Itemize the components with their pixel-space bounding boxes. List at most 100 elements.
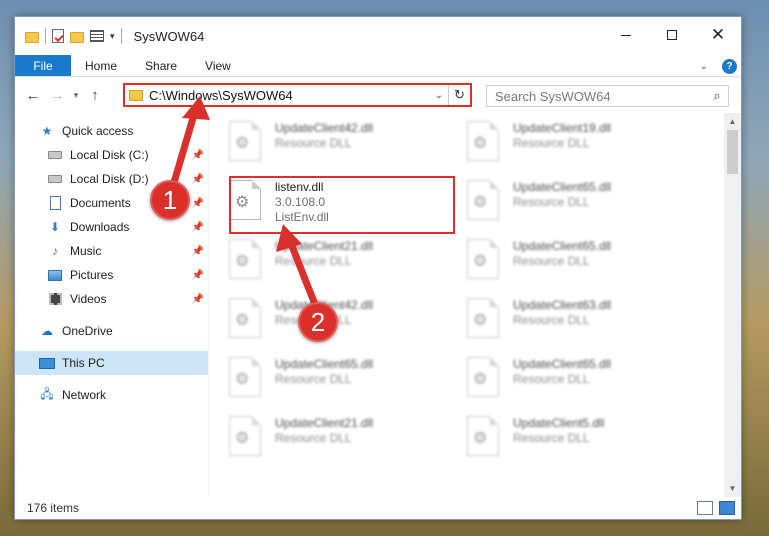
file-item[interactable]: ⚙ UpdateClient42.dllResource DLL: [229, 294, 467, 353]
dll-file-icon: ⚙: [467, 298, 499, 338]
file-item[interactable]: ⚙ UpdateClient21.dll Resource DLL: [229, 235, 467, 294]
address-dropdown-icon[interactable]: ⌄: [430, 90, 448, 101]
sidebar-item-onedrive[interactable]: ☁ OneDrive: [15, 319, 208, 343]
dll-file-icon: ⚙: [467, 239, 499, 279]
title-bar: ▾ SysWOW64 ✕: [15, 17, 741, 55]
file-name: UpdateClient21.dll: [275, 416, 374, 430]
file-item[interactable]: ⚙ UpdateClient19.dll Resource DLL: [467, 117, 705, 176]
file-name: UpdateClient19.dll: [513, 121, 612, 135]
main-area: ★ Quick access Local Disk (C:) 📌 Local D…: [15, 113, 741, 497]
recent-locations-icon[interactable]: ▾: [69, 90, 83, 101]
minimize-button[interactable]: [603, 17, 649, 53]
file-item[interactable]: ⚙ UpdateClient42.dllResource DLL: [229, 117, 467, 176]
sidebar-item-quick-access[interactable]: ★ Quick access: [15, 119, 208, 143]
dll-file-icon: ⚙: [229, 298, 261, 338]
forward-button[interactable]: →: [45, 87, 69, 104]
computer-icon: [39, 356, 55, 370]
sidebar-item-music[interactable]: ♪ Music 📌: [15, 239, 208, 263]
sidebar-item-label: Quick access: [62, 124, 134, 138]
up-button[interactable]: ↑: [83, 87, 107, 104]
close-button[interactable]: ✕: [695, 17, 741, 53]
file-name: UpdateClient63.dll: [513, 298, 612, 312]
window-title: SysWOW64: [133, 28, 205, 44]
scroll-thumb[interactable]: [727, 130, 738, 174]
sidebar-item-local-disk-c[interactable]: Local Disk (C:) 📌: [15, 143, 208, 167]
file-description: Resource DLL: [513, 313, 590, 327]
status-bar: 176 items: [15, 497, 741, 519]
maximize-button[interactable]: [649, 17, 695, 53]
file-item[interactable]: ⚙ UpdateClient65.dll Resource DLL: [467, 176, 705, 235]
sidebar-item-network[interactable]: 🖧 Network: [15, 383, 208, 407]
customize-toolbar-dropdown-icon[interactable]: ▾: [110, 31, 115, 42]
refresh-icon[interactable]: ↻: [448, 85, 470, 105]
file-item[interactable]: ⚙ UpdateClient65.dll Resource DLL: [229, 353, 467, 412]
file-description: Resource DLL: [513, 195, 590, 209]
vertical-scrollbar[interactable]: ▲ ▼: [724, 113, 741, 497]
pin-icon: 📌: [191, 197, 204, 209]
file-item[interactable]: ⚙ UpdateClient21.dll Resource DLL: [229, 412, 467, 471]
file-description: Resource DLL: [513, 136, 590, 150]
file-item[interactable]: ⚙ UpdateClient63.dll Resource DLL: [467, 294, 705, 353]
documents-icon: [47, 196, 63, 210]
file-description: Resource DLL: [275, 372, 352, 386]
separator: [45, 28, 46, 44]
address-row: ← → ▾ ↑ C:\Windows\SysWOW64 ⌄ ↻ Search S…: [15, 77, 741, 113]
callout-badge-2: 2: [298, 302, 338, 342]
tab-file[interactable]: File: [15, 55, 71, 76]
scroll-up-icon[interactable]: ▲: [724, 113, 741, 130]
file-name: UpdateClient21.dll: [275, 239, 374, 253]
sidebar-item-label: Local Disk (D:): [70, 172, 149, 186]
new-folder-icon[interactable]: [70, 31, 84, 43]
file-grid: ⚙ UpdateClient42.dll Resource DLL ⚙ Updat…: [229, 117, 705, 471]
address-path[interactable]: C:\Windows\SysWOW64: [149, 88, 430, 103]
expand-ribbon-icon[interactable]: ⌄: [700, 61, 708, 72]
item-count: 176 items: [27, 501, 80, 515]
file-description: Resource DLL: [275, 254, 352, 268]
large-icons-view-icon[interactable]: [719, 501, 735, 515]
pin-icon: 📌: [191, 173, 204, 185]
folder-icon: [129, 89, 143, 101]
dll-file-icon: ⚙: [229, 416, 261, 456]
pictures-icon: [47, 268, 63, 282]
sidebar-item-this-pc[interactable]: This PC: [15, 351, 208, 375]
properties-icon[interactable]: [52, 29, 64, 43]
tab-home[interactable]: Home: [71, 55, 131, 76]
tab-view[interactable]: View: [191, 55, 245, 76]
tab-share[interactable]: Share: [131, 55, 191, 76]
dll-file-icon: ⚙: [467, 121, 499, 161]
sidebar-item-label: Pictures: [70, 268, 114, 282]
file-name: UpdateClient65.dll: [513, 357, 612, 371]
sidebar-item-downloads[interactable]: ⬇ Downloads 📌: [15, 215, 208, 239]
details-view-icon[interactable]: [697, 501, 713, 515]
network-icon: 🖧: [40, 386, 54, 401]
back-button[interactable]: ←: [21, 87, 45, 104]
search-box[interactable]: Search SysWOW64 ⌕: [486, 85, 729, 107]
file-description: Resource DLL: [275, 431, 352, 445]
explorer-window: ▾ SysWOW64 ✕ File Home Share View ⌄ ? ← …: [14, 16, 742, 520]
file-description: Resource DLL: [513, 254, 590, 268]
address-bar[interactable]: C:\Windows\SysWOW64 ⌄ ↻: [123, 83, 472, 107]
drive-icon: [47, 172, 63, 186]
search-icon[interactable]: ⌕: [706, 88, 728, 104]
sidebar-item-pictures[interactable]: Pictures 📌: [15, 263, 208, 287]
navigation-pane: ★ Quick access Local Disk (C:) 📌 Local D…: [15, 113, 209, 497]
search-placeholder[interactable]: Search SysWOW64: [495, 89, 706, 104]
dll-file-icon: ⚙: [229, 357, 261, 397]
folder-icon[interactable]: [25, 31, 39, 43]
view-icon[interactable]: [90, 30, 104, 42]
scroll-down-icon[interactable]: ▼: [724, 480, 741, 497]
file-item[interactable]: ⚙ UpdateClient65.dll Resource DLL: [467, 235, 705, 294]
dll-file-icon: ⚙: [467, 357, 499, 397]
file-item[interactable]: ⚙ UpdateClient5.dll Resource DLL: [467, 412, 705, 471]
window-controls: ✕: [603, 17, 741, 53]
dll-file-icon: ⚙: [467, 180, 499, 220]
drive-icon: [47, 148, 63, 162]
file-name: UpdateClient42.dll: [275, 121, 374, 135]
file-description: Resource DLL: [513, 431, 590, 445]
help-icon[interactable]: ?: [722, 58, 737, 74]
sidebar-item-videos[interactable]: Videos 📌: [15, 287, 208, 311]
maximize-icon: [667, 30, 677, 40]
view-switcher: [697, 501, 735, 515]
quick-access-toolbar: ▾: [15, 28, 122, 44]
file-item[interactable]: ⚙ UpdateClient65.dll Resource DLL: [467, 353, 705, 412]
